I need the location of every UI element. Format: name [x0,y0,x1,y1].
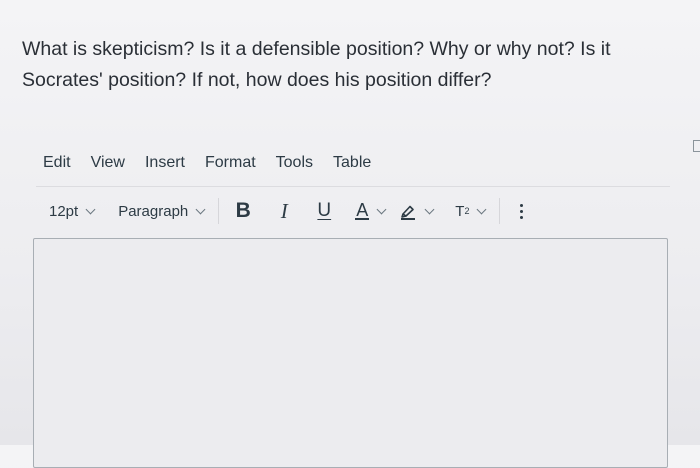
highlighter-icon [401,205,416,220]
text-color-icon: A [355,200,370,220]
chevron-down-icon [424,204,435,214]
font-size-dropdown[interactable]: 12pt [49,196,96,226]
toolbar-divider [218,198,220,224]
toolbar-divider [499,198,501,224]
question-line-1: What is skepticism? Is it a defensible p… [22,38,611,60]
menu-insert[interactable]: Insert [145,152,185,174]
menu-table[interactable]: Table [333,152,371,174]
editor-menubar: Edit View Insert Format Tools Table [43,152,391,174]
menu-edit[interactable]: Edit [43,152,71,174]
chevron-down-icon [195,204,206,214]
font-size-value: 12pt [49,202,79,220]
question-text: What is skepticism? Is it a defensible p… [22,34,662,96]
menubar-divider [36,186,670,187]
block-format-dropdown[interactable]: Paragraph [118,196,206,226]
highlight-color-button[interactable] [399,196,435,226]
italic-button[interactable]: I [275,196,293,226]
more-options-button[interactable] [514,196,528,226]
offscreen-edge-bracket [693,140,700,152]
chevron-down-icon [376,204,387,214]
block-format-value: Paragraph [118,202,189,220]
editor-toolbar: 12pt Paragraph B I U A T2 [36,194,670,228]
question-line-2: Socrates' position? If not, how does his… [22,69,492,91]
more-vertical-icon [519,203,523,219]
bold-button[interactable]: B [233,196,253,226]
chevron-down-icon [85,204,96,214]
superscript-button[interactable]: T2 [455,196,487,226]
chevron-down-icon [477,204,487,214]
rich-text-editor-area[interactable] [33,238,668,468]
text-color-button[interactable]: A [355,196,387,226]
menu-tools[interactable]: Tools [276,152,313,174]
superscript-exponent: 2 [464,206,470,216]
superscript-base: T [455,202,465,220]
underline-button[interactable]: U [315,196,333,226]
menu-view[interactable]: View [91,152,125,174]
menu-format[interactable]: Format [205,152,256,174]
